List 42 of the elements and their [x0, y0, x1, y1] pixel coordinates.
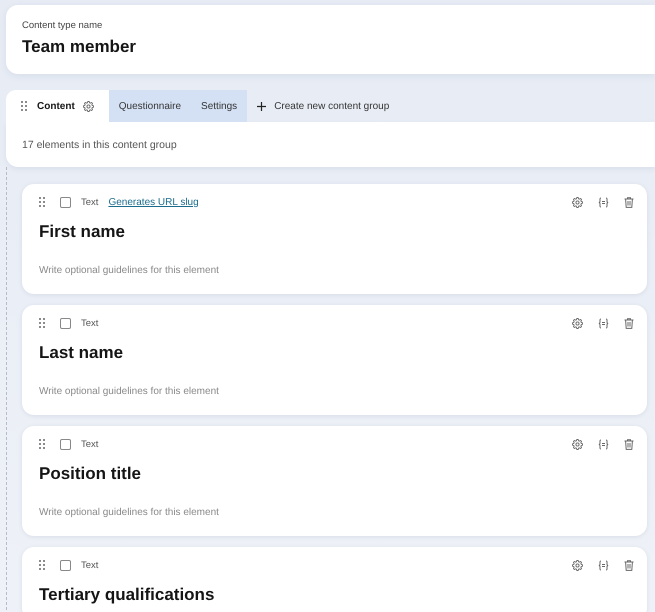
element-type-label: Text — [81, 438, 98, 450]
element-title: First name — [39, 221, 125, 243]
checkbox[interactable] — [60, 318, 71, 328]
content-type-name: Team member — [22, 36, 136, 58]
braces-icon[interactable] — [598, 318, 609, 328]
tab[interactable]: Content — [6, 90, 109, 122]
content-type-label: Content type name — [22, 20, 102, 32]
trash-icon[interactable] — [624, 196, 634, 208]
tab[interactable]: Settings — [191, 90, 248, 122]
trash-icon[interactable] — [624, 438, 634, 450]
element-type-label: Text — [81, 318, 98, 328]
guidelines-field[interactable]: Write optional guidelines for this element — [39, 381, 634, 401]
drag-handle-icon[interactable] — [39, 560, 45, 570]
trash-icon[interactable] — [624, 560, 634, 570]
braces-icon[interactable] — [598, 438, 609, 450]
guidelines-field[interactable]: Write optional guidelines for this element — [39, 502, 634, 522]
drag-handle-icon[interactable] — [39, 197, 45, 207]
braces-icon[interactable] — [598, 196, 609, 208]
guidelines-field[interactable]: Write optional guidelines for this element — [39, 260, 634, 280]
braces-icon[interactable] — [598, 560, 609, 570]
drag-handle-icon[interactable] — [39, 318, 45, 328]
element-type-label: Text — [81, 560, 98, 570]
checkbox[interactable] — [60, 196, 71, 208]
element-count: 17 elements in this content group — [22, 138, 177, 150]
url-slug-link[interactable]: Generates URL slug — [108, 196, 199, 208]
create-group-button[interactable]: Create new content group — [247, 90, 400, 122]
settings-icon[interactable] — [572, 438, 583, 450]
checkbox[interactable] — [60, 560, 71, 570]
element-title: Position title — [39, 463, 141, 485]
element-title: Tertiary qualifications — [39, 584, 214, 606]
plus-icon — [257, 102, 266, 110]
trash-icon[interactable] — [624, 318, 634, 328]
tab[interactable]: Questionnaire — [108, 90, 192, 122]
settings-icon[interactable] — [572, 196, 583, 208]
drag-handle-icon[interactable] — [21, 101, 27, 111]
settings-icon[interactable] — [82, 100, 94, 112]
element-type-label: Text — [81, 196, 98, 208]
settings-icon[interactable] — [572, 318, 583, 328]
settings-icon[interactable] — [572, 560, 583, 570]
element-title: Last name — [39, 342, 124, 364]
drag-handle-icon[interactable] — [39, 439, 45, 449]
checkbox[interactable] — [60, 438, 71, 450]
